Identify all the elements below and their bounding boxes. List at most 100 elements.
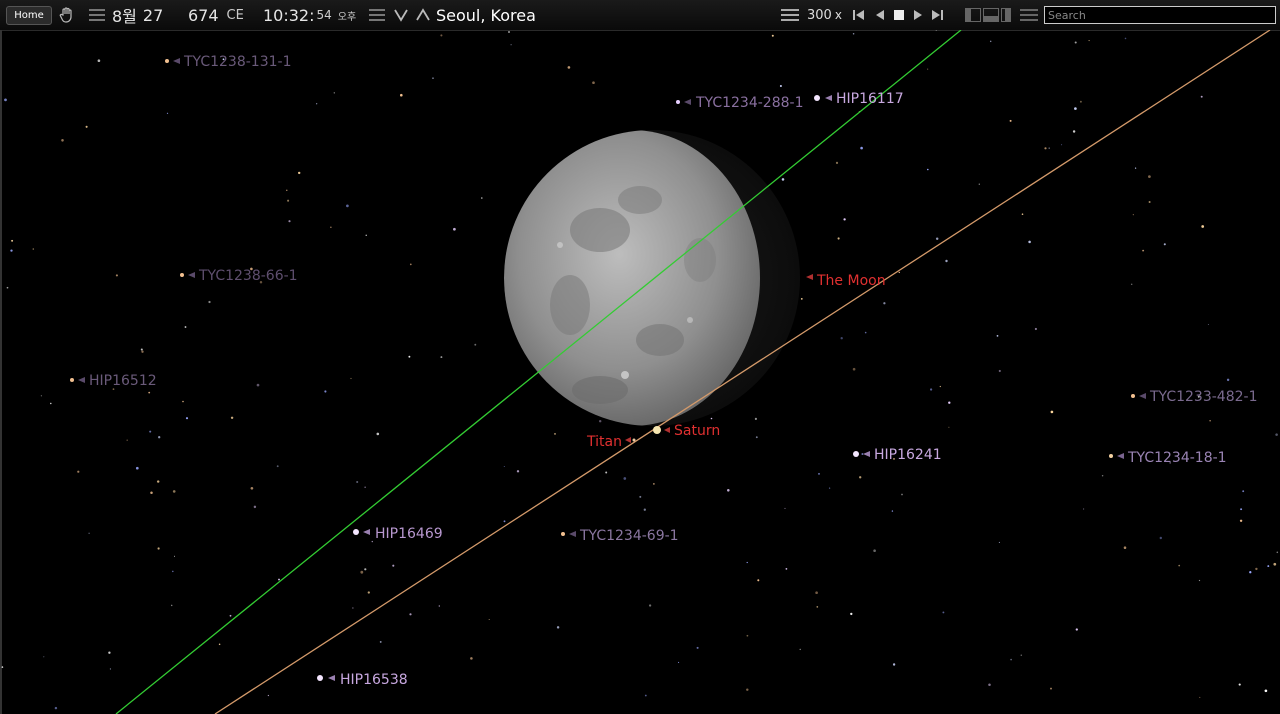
background-star: [1048, 147, 1050, 149]
background-star: [11, 239, 14, 242]
moon[interactable]: [504, 130, 800, 426]
background-star: [508, 31, 510, 33]
speed-value: 300: [807, 7, 832, 23]
moon-marker[interactable]: The Moon: [806, 273, 886, 289]
background-star: [1034, 327, 1037, 331]
background-star: [185, 417, 189, 420]
search-menu-icon[interactable]: [1020, 0, 1038, 30]
background-star: [1148, 200, 1151, 204]
star-marker[interactable]: TYC1233-482-1: [1131, 389, 1257, 405]
background-star: [297, 171, 301, 175]
background-star: [929, 388, 933, 391]
background-star: [1050, 687, 1052, 690]
background-star: [141, 350, 144, 353]
background-star: [54, 706, 58, 710]
location-menu-icon[interactable]: [369, 0, 385, 30]
background-star: [172, 570, 174, 573]
background-star: [409, 613, 412, 616]
background-star: [503, 465, 505, 468]
chevron-up-icon[interactable]: [415, 0, 431, 30]
background-star: [1074, 41, 1077, 44]
background-star: [316, 103, 318, 105]
speed-display[interactable]: 300 x: [807, 0, 842, 30]
background-star: [97, 59, 101, 63]
background-star: [935, 30, 937, 32]
background-star: [1044, 147, 1047, 150]
date-display[interactable]: 8월 27: [112, 0, 163, 30]
home-button[interactable]: Home: [6, 6, 52, 25]
ampm-label: 오후: [337, 11, 357, 23]
background-star: [988, 683, 991, 686]
background-star: [470, 657, 473, 660]
background-star: [1276, 551, 1279, 554]
background-star: [1242, 490, 1245, 493]
background-star: [799, 648, 801, 651]
background-star: [346, 204, 349, 208]
skip-back-icon[interactable]: [852, 0, 866, 30]
background-star: [115, 274, 118, 277]
star-marker[interactable]: TYC1234-288-1: [676, 95, 803, 111]
time-display[interactable]: 10:32: 54 오후: [263, 0, 356, 30]
date-menu-icon[interactable]: [89, 0, 105, 30]
background-star: [901, 493, 903, 496]
background-star: [1273, 562, 1277, 566]
star-label: TYC1234-69-1: [579, 528, 679, 544]
background-star: [837, 237, 840, 240]
play-icon[interactable]: [912, 0, 924, 30]
step-back-icon[interactable]: [874, 0, 886, 30]
background-star: [648, 604, 652, 607]
background-star: [556, 626, 560, 629]
layout-left-panel-icon[interactable]: [965, 0, 981, 30]
location-label[interactable]: Seoul, Korea: [436, 0, 536, 30]
search-input[interactable]: [1044, 6, 1276, 24]
star-marker[interactable]: HIP16512: [70, 373, 157, 389]
star-label: TYC1238-66-1: [198, 268, 298, 284]
background-star: [1072, 130, 1076, 133]
background-star: [1028, 240, 1031, 244]
hand-icon[interactable]: [58, 0, 76, 30]
background-star: [364, 486, 366, 488]
background-star: [61, 139, 64, 142]
speed-menu-icon[interactable]: [781, 0, 799, 30]
star-marker[interactable]: HIP16538: [317, 672, 408, 688]
background-star: [365, 234, 367, 236]
background-star: [746, 561, 748, 564]
titan-label: Titan: [586, 434, 622, 450]
layout-right-panel-icon[interactable]: [1001, 0, 1011, 30]
background-star: [148, 391, 151, 394]
star-marker[interactable]: HIP16241: [853, 447, 942, 463]
star-marker[interactable]: TYC1238-131-1: [165, 54, 291, 70]
background-star: [1267, 565, 1270, 568]
layout-bottom-panel-icon[interactable]: [983, 0, 999, 30]
background-star: [755, 436, 758, 439]
background-star: [567, 66, 571, 69]
background-star: [1239, 519, 1243, 523]
background-star: [1020, 654, 1023, 657]
year-display[interactable]: 674 CE: [188, 0, 244, 30]
background-star: [85, 125, 88, 128]
background-star: [942, 611, 945, 614]
background-star: [287, 199, 290, 202]
background-star: [835, 161, 839, 164]
star-marker[interactable]: TYC1234-69-1: [561, 528, 679, 544]
background-star: [873, 549, 876, 552]
titan-marker[interactable]: Titan: [586, 434, 636, 450]
background-star: [88, 532, 90, 534]
background-star: [818, 473, 820, 475]
background-star: [135, 466, 139, 470]
moon-lit-side: [504, 130, 760, 426]
star-marker[interactable]: TYC1238-66-1: [180, 268, 298, 284]
background-star: [126, 439, 128, 441]
background-star: [360, 570, 364, 574]
background-star: [1142, 249, 1145, 252]
ecliptic-line: [214, 30, 1271, 714]
background-star: [364, 568, 367, 571]
stop-icon[interactable]: [893, 0, 905, 30]
chevron-down-icon[interactable]: [393, 0, 409, 30]
skip-forward-icon[interactable]: [930, 0, 944, 30]
star-marker[interactable]: HIP16117: [814, 91, 904, 107]
sky-view[interactable]: The Moon Saturn Titan TYC1238-131-1 TYC1…: [0, 30, 1280, 714]
star-marker[interactable]: TYC1234-18-1: [1109, 450, 1227, 466]
background-star: [852, 367, 856, 371]
star-marker[interactable]: HIP16469: [353, 526, 443, 542]
